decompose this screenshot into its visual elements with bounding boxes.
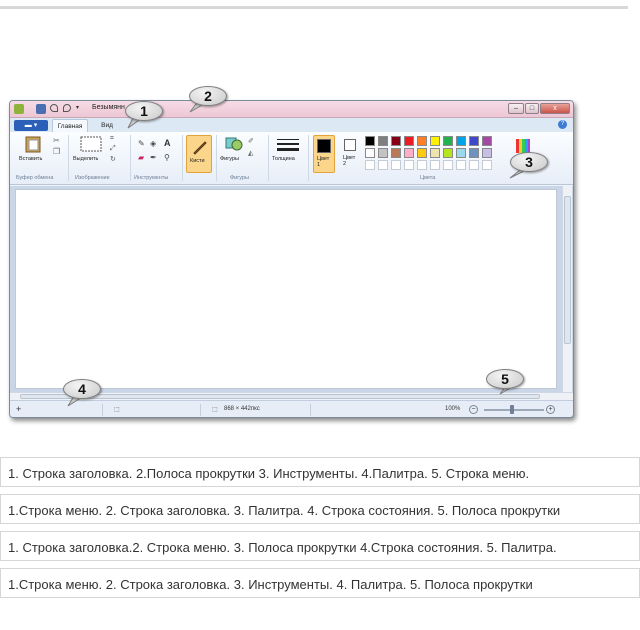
- answer-option-text: 1.Строка меню. 2. Строка заголовка. 3. П…: [8, 503, 561, 518]
- answer-option[interactable]: 1. Строка заголовка. 2.Полоса прокрутки …: [0, 457, 640, 487]
- answer-option[interactable]: 1. Строка заголовка.2. Строка меню. 3. П…: [0, 531, 640, 561]
- callout-tails: [67, 103, 527, 407]
- callout-4: 4: [63, 379, 101, 399]
- answer-option-text: 1.Строка меню. 2. Строка заголовка. 3. И…: [8, 577, 533, 592]
- answer-option-text: 1. Строка заголовка.2. Строка меню. 3. П…: [8, 540, 557, 555]
- callout-1: 1: [125, 101, 163, 121]
- answer-option[interactable]: 1.Строка меню. 2. Строка заголовка. 3. П…: [0, 494, 640, 524]
- callout-5: 5: [486, 369, 524, 389]
- page: ▾ Безымянн – □ x ▬ ▾ Главная Вид ? Встав…: [0, 0, 640, 630]
- callout-2: 2: [189, 86, 227, 106]
- callout-3: 3: [510, 152, 548, 172]
- answer-option-text: 1. Строка заголовка. 2.Полоса прокрутки …: [8, 466, 530, 481]
- answer-option[interactable]: 1.Строка меню. 2. Строка заголовка. 3. И…: [0, 568, 640, 598]
